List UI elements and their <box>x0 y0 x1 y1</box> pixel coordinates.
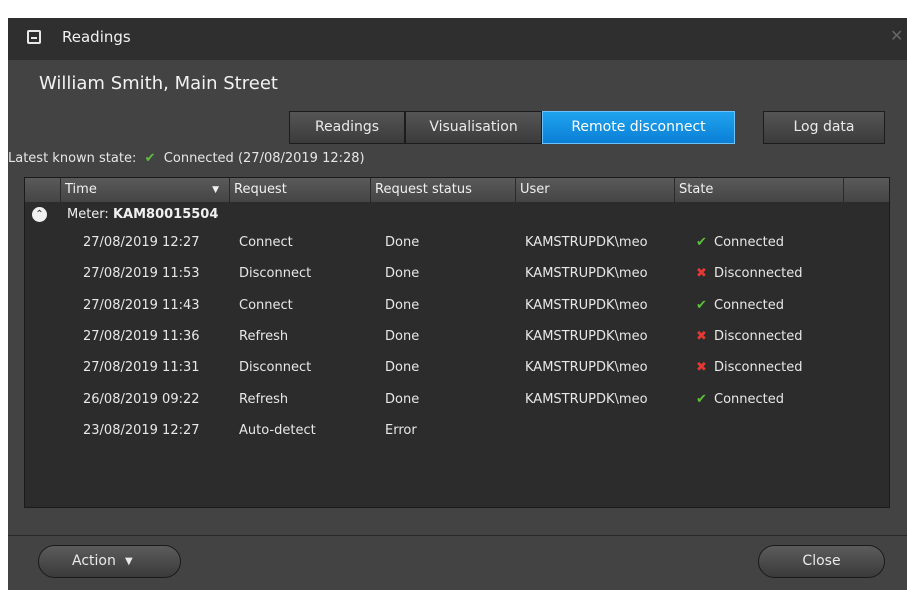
cell-user: KAMSTRUPDK\meo <box>525 266 648 282</box>
log-data-button[interactable]: Log data <box>763 111 885 144</box>
check-icon: ✔ <box>696 235 707 250</box>
cell-request-status: Error <box>385 422 417 438</box>
sort-down-icon: ▼ <box>212 185 219 195</box>
latest-state-label: Latest known state: <box>8 151 137 166</box>
cell-state: Connected <box>714 391 785 407</box>
header-user[interactable]: User <box>516 178 675 202</box>
cell-request: Disconnect <box>239 266 312 282</box>
cell-request-status: Done <box>385 266 420 282</box>
cell-user: KAMSTRUPDK\meo <box>525 297 648 313</box>
window-title: Readings <box>62 28 131 46</box>
cell-time: 27/08/2019 11:36 <box>83 328 200 344</box>
check-icon: ✔ <box>140 151 160 166</box>
cell-state: Disconnected <box>714 360 803 376</box>
table-row[interactable]: 27/08/2019 11:43 Connect Done KAMSTRUPDK\me… <box>25 291 889 322</box>
cell-request: Refresh <box>239 328 289 344</box>
cell-time: 27/08/2019 11:31 <box>83 360 200 376</box>
cell-request-status: Done <box>385 328 420 344</box>
tab-bar: Readings Visualisation Remote disconnect <box>289 111 735 144</box>
check-icon: ✔ <box>696 391 707 407</box>
cell-request-status: Done <box>385 360 420 376</box>
cell-time: 23/08/2019 12:27 <box>83 422 200 438</box>
tab-visualisation[interactable]: Visualisation <box>405 111 542 144</box>
cell-time: 27/08/2019 11:43 <box>83 297 200 313</box>
latest-state-status: Connected <box>163 151 234 166</box>
header-spacer <box>844 178 889 202</box>
tab-remote-disconnect[interactable]: Remote disconnect <box>542 111 735 144</box>
requests-grid: Time ▼ Request Request status User State… <box>24 177 890 508</box>
table-row[interactable]: 27/08/2019 12:27 Connect Done KAMSTRUPDK\me… <box>25 228 889 259</box>
footer-divider <box>8 535 907 536</box>
cell-time: 27/08/2019 11:53 <box>83 266 200 282</box>
cell-request-status: Done <box>385 391 420 407</box>
action-label: Action <box>72 553 116 569</box>
cell-user: KAMSTRUPDK\meo <box>525 328 648 344</box>
meter-prefix: Meter: <box>67 207 109 222</box>
table-row[interactable]: 26/08/2019 09:22 Refresh Done KAMSTRUPDK\me… <box>25 385 889 416</box>
latest-state: Latest known state: ✔ Connected (27/08/2… <box>8 151 365 166</box>
cell-user: KAMSTRUPDK\meo <box>525 360 648 376</box>
action-button[interactable]: Action ▼ <box>38 545 181 578</box>
cell-user: KAMSTRUPDK\meo <box>525 235 648 250</box>
header-time-label: Time <box>65 182 97 197</box>
header-time[interactable]: Time ▼ <box>61 178 230 202</box>
meter-number: KAM80015504 <box>112 207 219 222</box>
cell-request: Auto-detect <box>239 422 316 438</box>
cell-time: 27/08/2019 12:27 <box>83 235 200 250</box>
cell-time: 26/08/2019 09:22 <box>83 391 200 407</box>
table-row[interactable]: 27/08/2019 11:36 Refresh Done KAMSTRUPDK\me… <box>25 322 889 353</box>
cell-request: Connect <box>239 297 293 313</box>
header-request-status[interactable]: Request status <box>371 178 516 202</box>
latest-state-time: (27/08/2019 12:28) <box>237 151 365 166</box>
check-icon: ✔ <box>696 297 707 313</box>
cell-state: Disconnected <box>714 266 803 282</box>
cross-icon: ✖ <box>696 360 707 376</box>
cross-icon: ✖ <box>696 328 707 344</box>
collapse-icon[interactable]: ⌃ <box>32 207 47 222</box>
header-expander <box>25 178 61 202</box>
cell-state: Connected <box>714 235 785 250</box>
cell-request: Disconnect <box>239 360 312 376</box>
cell-state: Disconnected <box>714 328 803 344</box>
cross-icon: ✖ <box>696 266 707 282</box>
dropdown-arrow-icon: ▼ <box>125 556 133 567</box>
table-row[interactable]: 27/08/2019 11:53 Disconnect Done KAMSTRUPDK… <box>25 259 889 290</box>
header-state[interactable]: State <box>675 178 844 202</box>
grid-header: Time ▼ Request Request status User State <box>25 178 889 202</box>
close-button[interactable]: Close <box>758 545 885 578</box>
header-request[interactable]: Request <box>230 178 371 202</box>
cell-user: KAMSTRUPDK\meo <box>525 391 648 407</box>
table-row[interactable]: 27/08/2019 11:31 Disconnect Done KAMSTRUPDK… <box>25 353 889 384</box>
readings-window-icon <box>27 30 41 44</box>
cell-request-status: Done <box>385 297 420 313</box>
table-row[interactable]: 23/08/2019 12:27 Auto-detect Error <box>25 416 889 447</box>
cell-state: Connected <box>714 297 785 313</box>
title-bar[interactable]: Readings ✕ <box>8 18 907 60</box>
cell-request: Refresh <box>239 391 289 407</box>
readings-window: Readings ✕ William Smith, Main Street Re… <box>8 18 907 590</box>
cell-request: Connect <box>239 235 293 250</box>
meter-group-label: Meter: KAM80015504 <box>67 207 218 222</box>
cell-request-status: Done <box>385 235 420 250</box>
close-icon[interactable]: ✕ <box>890 26 903 45</box>
tab-readings[interactable]: Readings <box>289 111 405 144</box>
meter-group-row[interactable]: ⌃ Meter: KAM80015504 <box>25 204 889 226</box>
customer-name: William Smith, Main Street <box>39 73 278 94</box>
